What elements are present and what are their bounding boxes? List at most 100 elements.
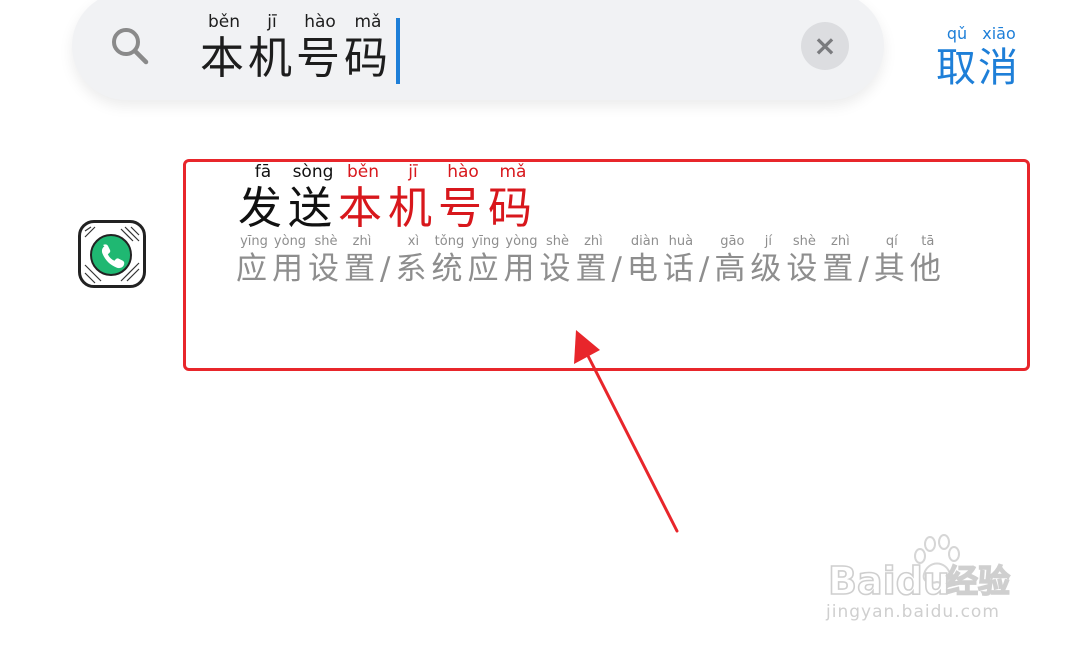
result-path-pinyin: shè: [539, 234, 576, 249]
result-path-pinyin: zhì: [575, 234, 612, 249]
result-path-glyph: 应: [236, 251, 272, 287]
result-path-pinyin: huà: [662, 234, 699, 249]
result-path-pinyin: zhì: [822, 234, 859, 249]
result-path-glyph: 设: [786, 251, 823, 287]
cancel-label-pinyin: qǔ: [936, 24, 978, 43]
result-path-char: /: [611, 251, 626, 287]
result-path-glyph: 设: [539, 251, 576, 287]
result-path-pinyin: xì: [395, 234, 432, 249]
result-path-glyph: 用: [272, 251, 308, 287]
result-title-char: 码mǎ: [488, 164, 538, 235]
result-path-char: 电 diàn: [626, 235, 663, 287]
search-query-pinyin: jī: [248, 12, 296, 32]
result-path-pinyin: tā: [909, 234, 946, 249]
search-query-char: 号hào: [296, 14, 344, 85]
result-path-char: 统 tǒng: [431, 235, 468, 287]
result-path-pinyin: zhì: [344, 234, 380, 249]
cancel-label-pinyin: xiāo: [978, 24, 1020, 43]
svg-text:经验: 经验: [946, 562, 1010, 600]
phone-icon: [84, 226, 140, 284]
search-query-glyph: 本: [200, 33, 248, 84]
cancel-label-glyph: 取: [936, 45, 978, 91]
result-path-char: 置 zhì: [822, 235, 859, 287]
result-path-glyph: 高: [714, 251, 751, 287]
result-path-char: /: [380, 251, 395, 287]
cancel-label-char: 取 qǔ: [936, 26, 978, 92]
result-path-glyph: 设: [308, 251, 344, 287]
result-path-pinyin: diàn: [626, 234, 663, 249]
result-path-char: 设 shè: [539, 235, 576, 287]
result-title-pinyin: fā: [238, 162, 288, 182]
result-path-pinyin: yīng: [467, 234, 504, 249]
result-path-char: 话 huà: [662, 235, 699, 287]
result-title-char: 送sòng: [288, 164, 338, 235]
clear-search-button[interactable]: ×: [801, 22, 849, 70]
result-path-glyph: /: [858, 251, 874, 287]
text-cursor: [396, 18, 400, 84]
watermark-url: jingyan.baidu.com: [826, 602, 1000, 622]
cancel-label-glyph: 消: [978, 45, 1020, 91]
search-query-glyph: 机: [248, 33, 296, 84]
result-path: 应yīng用yòng设shè置zhì/系xì统tǒng应yīng用yòng设sh…: [236, 234, 1016, 299]
result-path-glyph: 统: [431, 251, 468, 287]
cancel-button[interactable]: 取 qǔ消 xiāo: [936, 24, 1020, 93]
result-title-char: 发fā: [238, 164, 288, 235]
result-path-glyph: /: [380, 251, 396, 287]
result-path-pinyin: yīng: [236, 234, 272, 249]
search-query-char: 机jī: [248, 14, 296, 85]
result-title-glyph: 码: [488, 183, 538, 234]
result-path-pinyin: qí: [873, 234, 910, 249]
result-path-pinyin: yòng: [272, 234, 308, 249]
result-path-glyph: /: [698, 251, 715, 287]
result-path-char: /: [858, 251, 873, 287]
result-path-char: 置 zhì: [344, 235, 380, 287]
cancel-button-label: 取 qǔ消 xiāo: [936, 26, 1020, 92]
result-title-glyph: 发: [238, 183, 288, 234]
result-path-pinyin: jí: [750, 234, 787, 249]
result-path-glyph: 系: [395, 251, 432, 287]
result-path-glyph: 电: [626, 251, 663, 287]
cancel-label-char: 消 xiāo: [978, 26, 1020, 92]
result-path-glyph: 其: [873, 251, 910, 287]
result-title-glyph: 号: [438, 183, 488, 234]
result-path-char: 级 jí: [750, 235, 787, 287]
result-path-pinyin: shè: [786, 234, 823, 249]
result-title-pinyin: běn: [338, 162, 388, 182]
result-path-char: 其 qí: [873, 235, 910, 287]
result-path-char: 他 tā: [909, 235, 946, 287]
result-path-glyph: 他: [909, 251, 946, 287]
svg-text:Baidu: Baidu: [828, 559, 950, 603]
search-query-pinyin: běn: [200, 12, 248, 32]
result-path-glyph: /: [611, 251, 627, 287]
result-path-char: 设 shè: [786, 235, 823, 287]
result-path-char: 用 yòng: [272, 235, 308, 287]
result-title-pinyin: jī: [388, 162, 438, 182]
search-bar: [72, 0, 884, 100]
result-path-char: 用 yòng: [503, 235, 539, 287]
result-path-pinyin: tǒng: [431, 234, 468, 249]
search-icon[interactable]: [108, 24, 152, 68]
result-title-pinyin: sòng: [288, 162, 338, 182]
result-title-glyph: 本: [338, 183, 388, 234]
result-path-pinyin: yòng: [503, 234, 540, 249]
phone-app-icon: [78, 220, 146, 288]
result-path-char: /: [699, 251, 714, 287]
result-path-char: 设 shè: [308, 235, 344, 287]
search-query-glyph: 号: [296, 33, 344, 84]
result-path-glyph: 置: [575, 251, 612, 287]
search-query-pinyin: mǎ: [344, 12, 392, 32]
search-query-char: 码mǎ: [344, 14, 392, 85]
result-title-char: 号hào: [438, 164, 488, 235]
result-path-char: 置 zhì: [575, 235, 612, 287]
result-path-glyph: 置: [822, 251, 859, 287]
result-title-char: 本běn: [338, 164, 388, 235]
result-title-glyph: 送: [288, 183, 338, 234]
result-path-glyph: 级: [750, 251, 787, 287]
result-path-char: 高 gāo: [714, 235, 751, 287]
search-query-text: 本běn机jī号hào码mǎ: [200, 12, 392, 86]
annotation-arrow: [574, 330, 679, 533]
result-path-char: 系 xì: [395, 235, 432, 287]
search-query-pinyin: hào: [296, 12, 344, 32]
result-path-glyph: 话: [662, 251, 699, 287]
search-input[interactable]: 本běn机jī号hào码mǎ: [200, 12, 400, 86]
